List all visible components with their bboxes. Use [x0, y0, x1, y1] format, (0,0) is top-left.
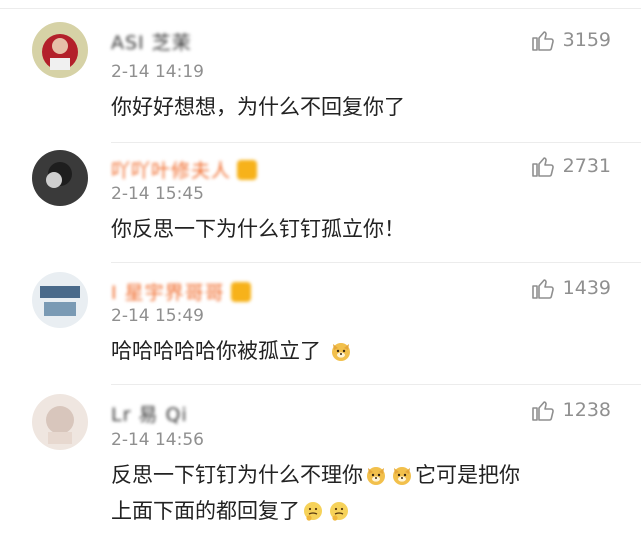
comment-text-line2: 上面下面的都回复了	[111, 494, 352, 528]
thumbs-up-icon	[531, 279, 554, 299]
timestamp: 2-14 15:49	[111, 306, 204, 326]
comment-text: 你反思一下为什么钉钉孤立你！	[111, 217, 405, 241]
like-button[interactable]: 3159	[531, 26, 611, 54]
thinking-emoji-icon	[304, 502, 322, 521]
thumbs-up-icon	[531, 157, 554, 177]
doge-emoji-icon	[393, 467, 411, 485]
username[interactable]: I 星宇界哥哥	[111, 278, 251, 305]
username[interactable]: ASI 芝茉	[111, 28, 192, 55]
top-divider	[0, 8, 641, 9]
avatar[interactable]	[32, 394, 88, 450]
divider	[111, 384, 641, 385]
comment-text: 哈哈哈哈哈你被孤立了	[111, 334, 354, 368]
like-button[interactable]: 2731	[531, 152, 611, 180]
avatar[interactable]	[32, 272, 88, 328]
username[interactable]: Lr 易 Qi	[111, 400, 188, 427]
like-count: 1238	[562, 399, 611, 421]
thumbs-up-icon	[531, 31, 554, 51]
timestamp: 2-14 15:45	[111, 184, 204, 204]
comment-feed: ASI 芝茉 2-14 14:19 3159 你好好想想，为什么不回复你了 吖吖…	[0, 0, 641, 545]
thinking-emoji-icon	[330, 502, 348, 521]
doge-emoji-icon	[331, 343, 350, 361]
divider	[111, 142, 641, 143]
like-button[interactable]: 1439	[531, 274, 611, 302]
vip-badge-icon	[230, 282, 251, 302]
timestamp: 2-14 14:56	[111, 430, 204, 450]
timestamp: 2-14 14:19	[111, 62, 204, 82]
comment-text: 你好好想想，为什么不回复你了	[111, 95, 405, 119]
doge-emoji-icon	[367, 467, 385, 485]
like-count: 2731	[562, 155, 611, 177]
username[interactable]: 吖吖叶修夫人	[111, 156, 258, 183]
avatar[interactable]	[32, 150, 88, 206]
like-count: 1439	[562, 277, 611, 299]
like-button[interactable]: 1238	[531, 396, 611, 424]
comment-text: 反思一下钉钉为什么不理你 它可是把你	[111, 463, 520, 487]
vip-badge-icon	[237, 160, 258, 180]
like-count: 3159	[562, 29, 611, 51]
divider	[111, 262, 641, 263]
thumbs-up-icon	[531, 401, 554, 421]
avatar[interactable]	[32, 22, 88, 78]
